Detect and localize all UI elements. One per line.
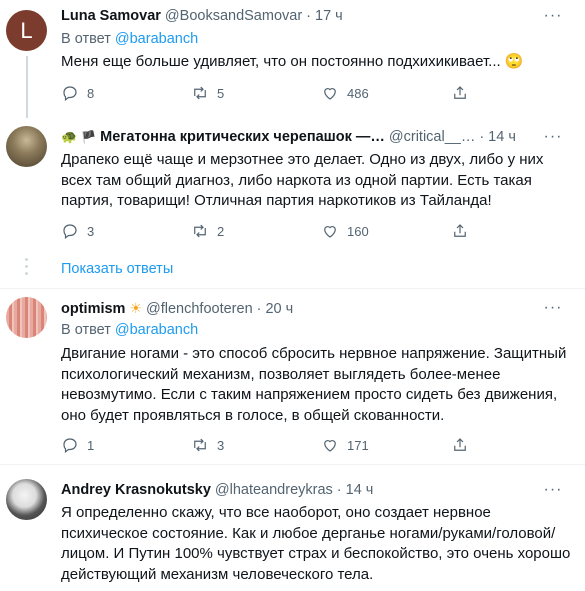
- like-count: 171: [347, 437, 369, 453]
- face-rolling-eyes-emoji: 🙄: [504, 53, 524, 70]
- avatar[interactable]: [6, 126, 47, 167]
- reply-button[interactable]: 8: [61, 84, 191, 102]
- reply-prefix: В ответ: [61, 322, 111, 338]
- tweet-text: Двигание ногами - это способ сбросить не…: [61, 345, 567, 424]
- reply-icon: [63, 224, 77, 239]
- retweet-button[interactable]: 5: [191, 84, 321, 102]
- retweet-button[interactable]: 3: [191, 436, 321, 454]
- retweet-button[interactable]: 2: [191, 222, 321, 240]
- timestamp[interactable]: 14 ч: [346, 482, 374, 498]
- tweet-text: Я определенно скажу, что все наоборот, о…: [61, 504, 571, 583]
- more-options-button[interactable]: ···: [541, 480, 565, 500]
- like-button[interactable]: 486: [321, 84, 451, 102]
- retweet-count: 5: [217, 85, 225, 101]
- tweet-1[interactable]: L Luna Samovar @BooksandSamovar · 17 ч ·…: [0, 0, 585, 118]
- display-name[interactable]: Luna Samovar: [61, 8, 161, 24]
- reply-prefix: В ответ: [61, 31, 111, 47]
- like-count: 486: [347, 85, 369, 101]
- display-name[interactable]: optimism: [61, 301, 125, 317]
- tweet-4[interactable]: Andrey Krasnokutsky @lhateandreykras · 1…: [0, 465, 585, 591]
- more-options-button[interactable]: ···: [541, 6, 565, 26]
- separator-dot: ·: [479, 129, 485, 145]
- share-button[interactable]: [451, 222, 469, 240]
- tweet-text: Меня еще больше удивляет, что он постоян…: [61, 53, 524, 70]
- tweet-actions: 1 3 171: [61, 436, 469, 454]
- like-button[interactable]: 160: [321, 222, 451, 240]
- more-options-button[interactable]: ···: [541, 127, 565, 147]
- reply-to: В ответ @barabanch: [61, 322, 198, 338]
- user-handle[interactable]: @lhateandreykras: [215, 482, 333, 498]
- user-handle[interactable]: @critical__…: [389, 129, 475, 145]
- tweet-actions: 3 2 160: [61, 222, 469, 240]
- tweet-text: Драпеко ещё чаще и мерзотнее это делает.…: [61, 151, 544, 209]
- retweet-icon: [194, 438, 206, 452]
- reply-count: 3: [87, 223, 95, 239]
- separator-dot: ·: [306, 8, 311, 24]
- heart-icon: [324, 226, 336, 238]
- reply-to-link[interactable]: @barabanch: [115, 322, 198, 338]
- heart-icon: [324, 88, 336, 100]
- like-count: 160: [347, 223, 369, 239]
- reply-count: 8: [87, 85, 95, 101]
- user-handle[interactable]: @flenchfooteren: [146, 301, 253, 317]
- reply-to: В ответ @barabanch: [61, 31, 198, 47]
- reply-button[interactable]: 3: [61, 222, 191, 240]
- share-icon: [454, 224, 466, 237]
- share-icon: [454, 86, 466, 99]
- reply-count: 1: [87, 437, 95, 453]
- share-button[interactable]: [451, 84, 469, 102]
- thread-line: [26, 56, 28, 118]
- share-button[interactable]: [451, 436, 469, 454]
- display-name[interactable]: Andrey Krasnokutsky: [61, 482, 211, 498]
- tweet-header: 🐢 🏴 Мегатонна критических черепашок —… @…: [61, 129, 516, 145]
- tweet-header: Andrey Krasnokutsky @lhateandreykras · 1…: [61, 482, 373, 498]
- avatar[interactable]: L: [6, 10, 47, 51]
- retweet-icon: [194, 86, 206, 100]
- retweet-count: 2: [217, 223, 225, 239]
- heart-icon: [324, 440, 336, 452]
- tweet-2[interactable]: 🐢 🏴 Мегатонна критических черепашок —… @…: [0, 118, 585, 253]
- separator-dot: ·: [336, 482, 342, 498]
- tweet-header: optimism ☀ @flenchfooteren · 20 ч: [61, 300, 293, 317]
- display-name[interactable]: Мегатонна критических черепашок —…: [100, 129, 385, 145]
- pirate-flag-icon: 🏴: [81, 130, 97, 144]
- timestamp[interactable]: 17 ч: [315, 8, 343, 24]
- timestamp[interactable]: 14 ч: [488, 129, 516, 145]
- more-options-button[interactable]: ···: [541, 298, 565, 318]
- reply-button[interactable]: 1: [61, 436, 191, 454]
- timestamp[interactable]: 20 ч: [265, 301, 293, 317]
- retweet-count: 3: [217, 437, 225, 453]
- avatar[interactable]: [6, 297, 47, 338]
- thread-continuation-dots: [25, 258, 29, 279]
- avatar[interactable]: [6, 479, 47, 520]
- sun-icon: ☀: [129, 300, 143, 316]
- retweet-icon: [194, 224, 206, 238]
- reply-icon: [63, 438, 77, 453]
- tweet-3[interactable]: optimism ☀ @flenchfooteren · 20 ч ··· В …: [0, 289, 585, 463]
- tweet-header: Luna Samovar @BooksandSamovar · 17 ч: [61, 8, 343, 24]
- show-replies-link[interactable]: Показать ответы: [61, 261, 173, 277]
- tweet-actions: 8 5 486: [61, 84, 469, 102]
- like-button[interactable]: 171: [321, 436, 451, 454]
- turtle-icon: 🐢: [61, 129, 78, 144]
- share-icon: [454, 438, 466, 451]
- separator-dot: ·: [256, 300, 262, 317]
- user-handle[interactable]: @BooksandSamovar: [165, 8, 302, 24]
- reply-icon: [63, 86, 77, 101]
- reply-to-link[interactable]: @barabanch: [115, 31, 198, 47]
